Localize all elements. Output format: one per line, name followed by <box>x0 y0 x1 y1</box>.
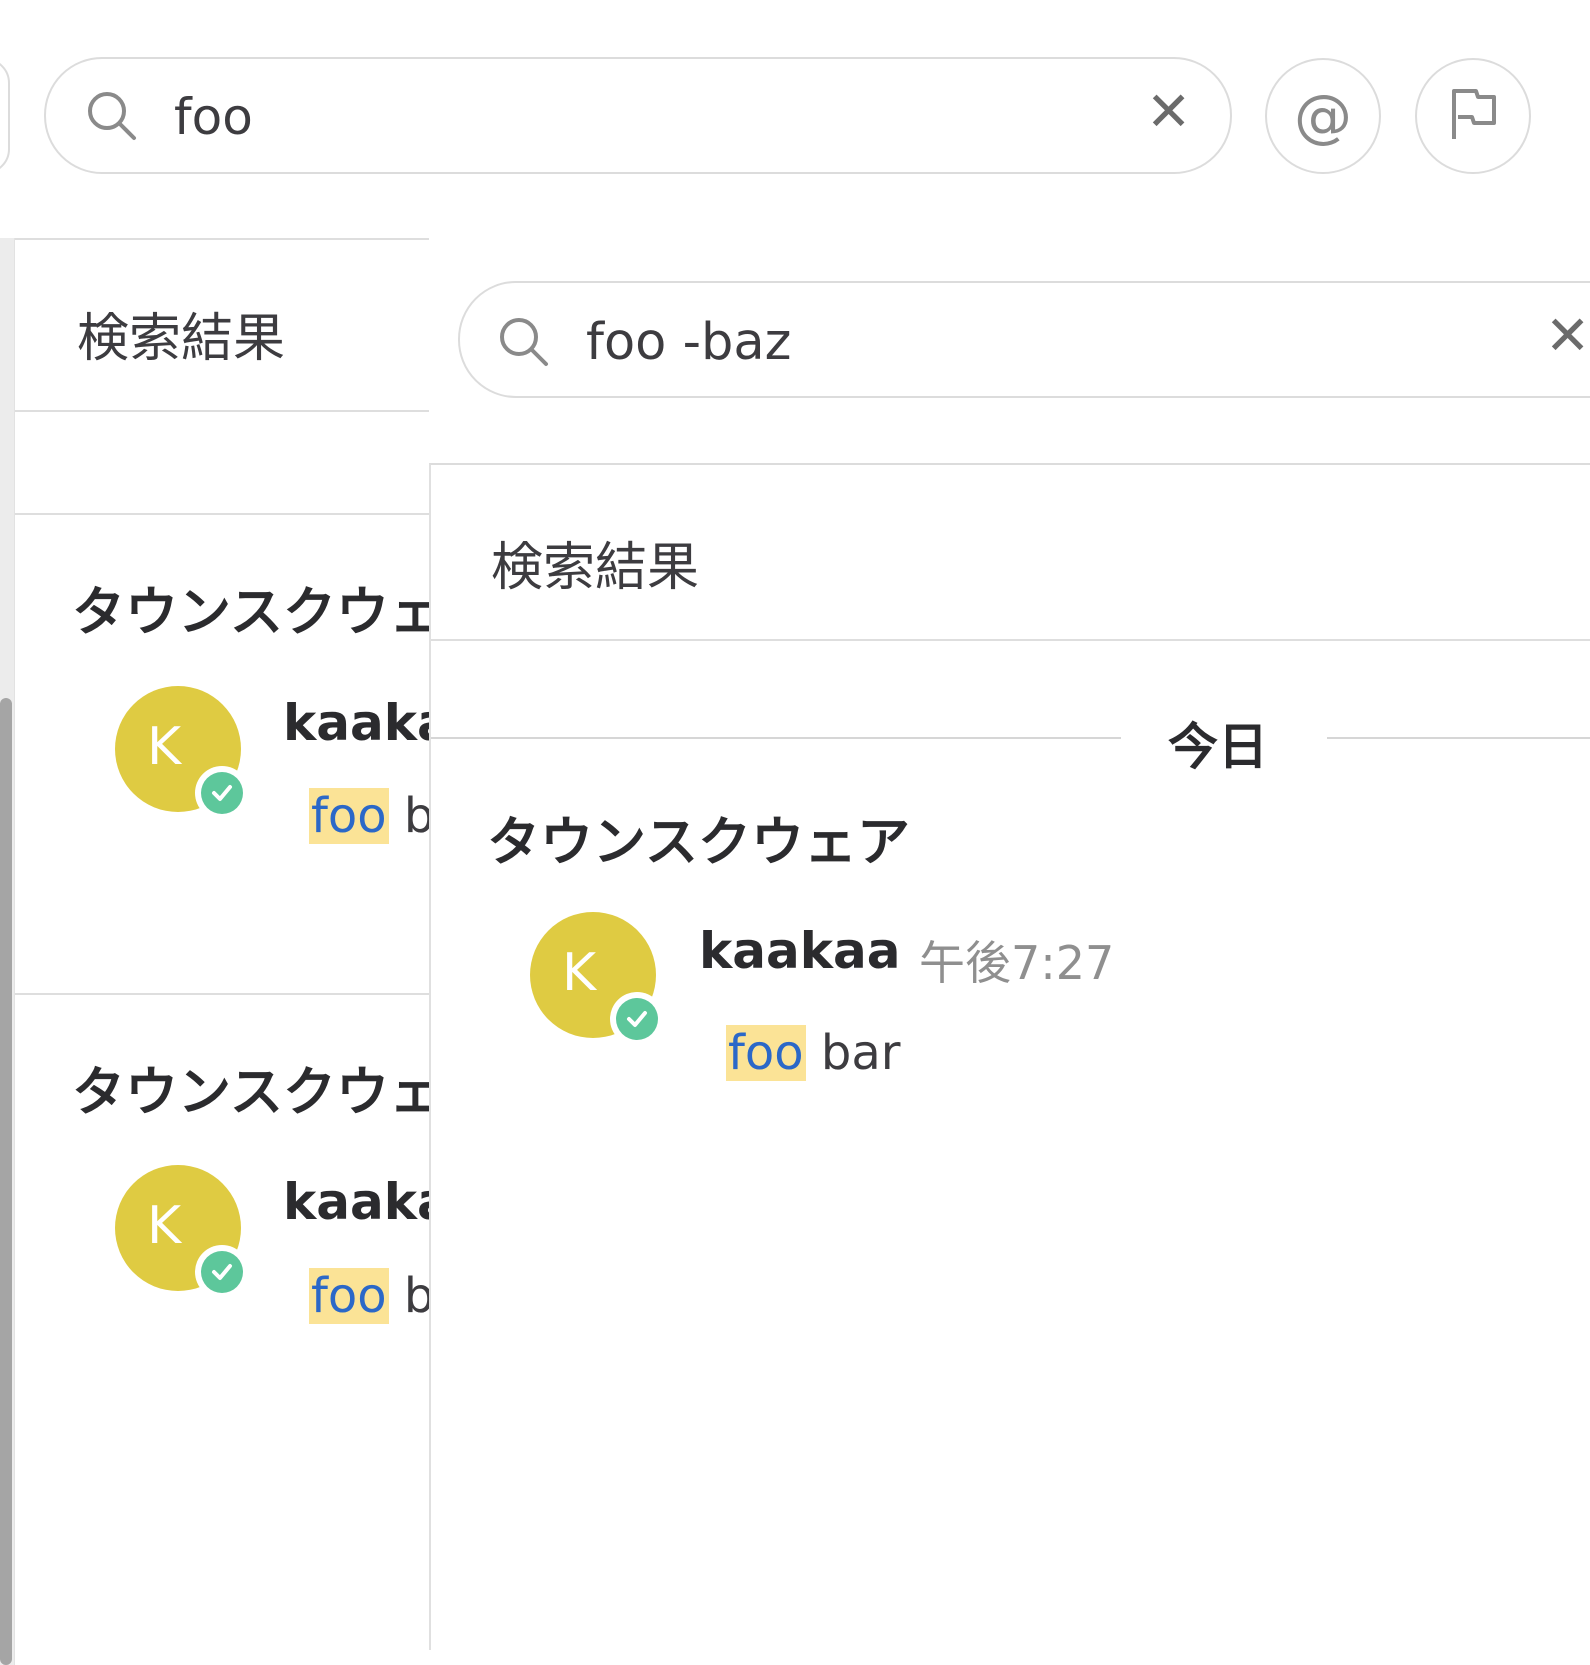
search-highlight: foo <box>309 1268 389 1324</box>
search-input[interactable] <box>586 313 1486 371</box>
search-highlight: foo <box>309 788 389 844</box>
check-icon <box>212 785 232 801</box>
flag-icon <box>1442 83 1504 149</box>
check-icon <box>212 1264 232 1280</box>
date-separator-line <box>1327 737 1590 739</box>
avatar[interactable]: K <box>115 1165 249 1299</box>
result-message: foo bar <box>309 1268 429 1324</box>
status-online-icon <box>195 766 249 820</box>
search-input[interactable] <box>174 89 1034 145</box>
results-title: 検索結果 <box>77 309 286 369</box>
status-online-icon <box>195 1245 249 1299</box>
divider <box>15 513 429 515</box>
date-separator-line <box>431 737 1121 739</box>
search-icon <box>84 88 140 148</box>
result-username[interactable]: kaakaa <box>699 922 900 980</box>
close-icon[interactable]: ✕ <box>1545 309 1590 363</box>
recent-mentions-button[interactable]: @ <box>1265 58 1381 174</box>
date-separator: 今日 <box>1168 718 1268 776</box>
result-channel-name[interactable]: タウンスクウェア <box>72 570 429 646</box>
divider <box>15 993 429 995</box>
previous-button-edge[interactable] <box>0 58 10 174</box>
search-box-front[interactable]: ✕ <box>458 281 1590 398</box>
result-message: foo bar <box>726 1025 901 1081</box>
at-mention-icon: @ <box>1294 82 1352 150</box>
results-title: 検索結果 <box>491 538 700 598</box>
avatar[interactable]: K <box>530 912 664 1046</box>
search-box-top[interactable]: ✕ <box>44 57 1232 174</box>
divider <box>431 639 1590 641</box>
divider <box>15 238 429 240</box>
flagged-posts-button[interactable] <box>1415 58 1531 174</box>
result-username[interactable]: kaakaa <box>283 694 429 752</box>
scrollbar-thumb[interactable] <box>0 698 12 1665</box>
search-highlight: foo <box>726 1025 806 1081</box>
result-time[interactable]: 午後7:27 <box>919 927 1114 993</box>
result-message: foo bar <box>309 788 429 844</box>
divider <box>15 410 429 412</box>
search-icon <box>496 314 552 374</box>
result-channel-name[interactable]: タウンスクウェア <box>72 1050 429 1126</box>
close-icon[interactable]: ✕ <box>1146 85 1191 139</box>
result-username[interactable]: kaakaa <box>283 1173 429 1231</box>
search-results-panel: 検索結果 今日 タウンスクウェア K kaakaa 午後7:27 foo bar <box>429 463 1590 1650</box>
status-online-icon <box>610 992 664 1046</box>
background-search-results-panel: 検索結果 タウンスクウェア K kaakaa foo bar タウンスクウェア … <box>14 238 429 1665</box>
result-channel-name[interactable]: タウンスクウェア <box>487 800 910 876</box>
check-icon <box>627 1011 647 1027</box>
avatar[interactable]: K <box>115 686 249 820</box>
